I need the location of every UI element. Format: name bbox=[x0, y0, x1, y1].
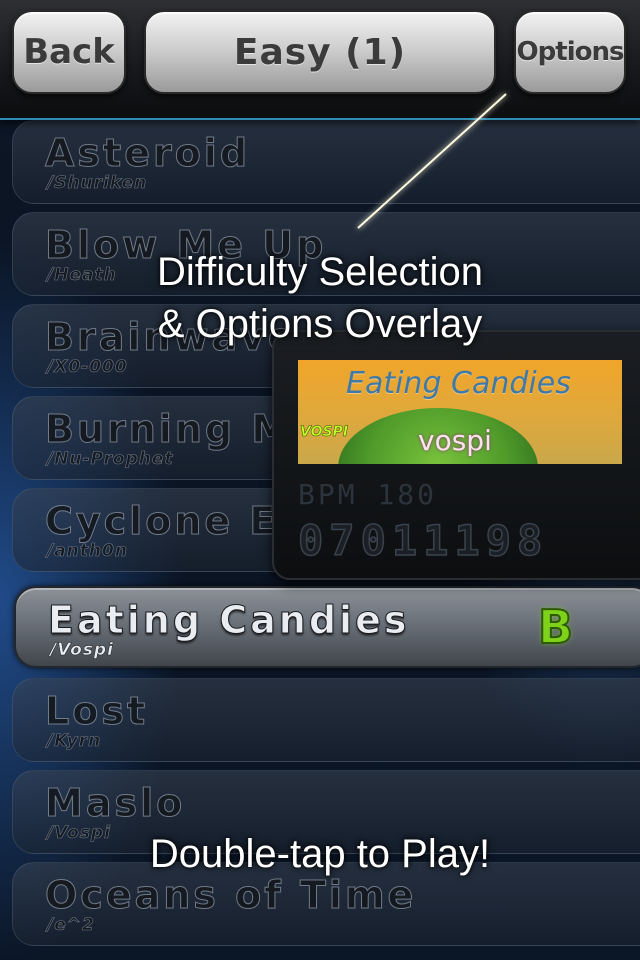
callout-difficulty-options: Difficulty Selection & Options Overlay bbox=[0, 246, 640, 350]
song-artist: /Nu-Prophet bbox=[47, 449, 174, 470]
high-score: 07011198 bbox=[297, 515, 549, 566]
song-artist: /Shuriken bbox=[47, 173, 148, 194]
song-title: Eating Candies bbox=[47, 598, 410, 643]
song-artist: /Kyrn bbox=[47, 731, 102, 752]
back-button[interactable]: Back bbox=[12, 10, 126, 94]
options-button[interactable]: Options bbox=[514, 10, 626, 94]
top-bar: Back Easy (1) Options bbox=[0, 0, 640, 120]
song-artist: /Vospi bbox=[50, 640, 114, 661]
song-item-selected[interactable]: Eating Candies /Vospi B bbox=[14, 586, 640, 668]
callout-line-2: & Options Overlay bbox=[157, 302, 483, 346]
album-jacket: Eating Candies VOSPI vospi bbox=[298, 360, 622, 464]
song-artist: /X0-000 bbox=[47, 357, 128, 378]
grade-badge: B bbox=[537, 599, 574, 655]
song-item[interactable]: Lost /Kyrn bbox=[12, 678, 640, 762]
callout-double-tap: Double-tap to Play! bbox=[149, 832, 491, 876]
bpm-readout: BPM 180 bbox=[298, 478, 438, 511]
song-info-panel: Eating Candies VOSPI vospi BPM 180 07011… bbox=[272, 330, 640, 580]
song-item[interactable]: Asteroid /Shuriken bbox=[12, 120, 640, 204]
song-title: Burning M bbox=[44, 407, 293, 452]
song-title: Lost bbox=[44, 689, 149, 734]
song-artist: /e^2 bbox=[47, 915, 95, 936]
difficulty-selector-button[interactable]: Easy (1) bbox=[144, 10, 496, 94]
song-title: Maslo bbox=[44, 781, 186, 826]
song-title: Asteroid bbox=[44, 131, 251, 176]
song-artist: /anth0n bbox=[47, 541, 128, 562]
jacket-logo: VOSPI bbox=[300, 424, 349, 441]
jacket-title: Eating Candies bbox=[346, 366, 571, 401]
song-title: Cyclone E bbox=[44, 499, 279, 544]
callout-line-1: Difficulty Selection bbox=[156, 250, 484, 294]
jacket-artist: vospi bbox=[418, 424, 492, 457]
